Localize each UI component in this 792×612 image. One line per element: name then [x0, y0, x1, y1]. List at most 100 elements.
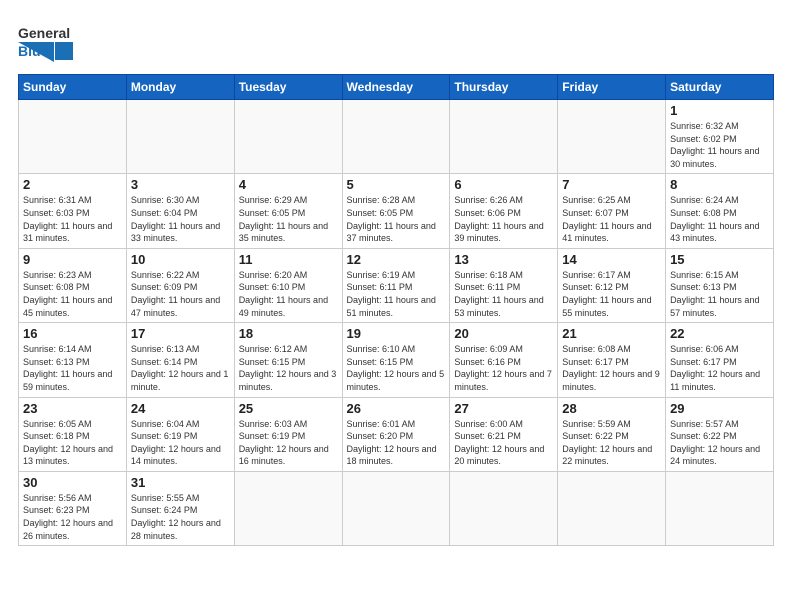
- day-info: Sunrise: 6:13 AMSunset: 6:14 PMDaylight:…: [131, 343, 230, 393]
- day-number: 13: [454, 252, 553, 267]
- calendar-day-cell: 8 Sunrise: 6:24 AMSunset: 6:08 PMDaylight…: [666, 174, 774, 248]
- calendar-day-cell: [450, 471, 558, 545]
- day-number: 15: [670, 252, 769, 267]
- calendar-day-cell: 20 Sunrise: 6:09 AMSunset: 6:16 PMDayligh…: [450, 323, 558, 397]
- weekday-header: Thursday: [450, 75, 558, 100]
- logo-svg: General Blue: [18, 18, 98, 66]
- calendar-day-cell: [342, 100, 450, 174]
- day-info: Sunrise: 6:12 AMSunset: 6:15 PMDaylight:…: [239, 343, 338, 393]
- calendar-day-cell: 13 Sunrise: 6:18 AMSunset: 6:11 PMDayligh…: [450, 248, 558, 322]
- calendar-day-cell: 10 Sunrise: 6:22 AMSunset: 6:09 PMDayligh…: [126, 248, 234, 322]
- day-number: 6: [454, 177, 553, 192]
- calendar-day-cell: [342, 471, 450, 545]
- calendar-day-cell: [666, 471, 774, 545]
- day-info: Sunrise: 6:00 AMSunset: 6:21 PMDaylight:…: [454, 418, 553, 468]
- calendar-day-cell: [558, 100, 666, 174]
- weekday-header: Monday: [126, 75, 234, 100]
- day-info: Sunrise: 6:05 AMSunset: 6:18 PMDaylight:…: [23, 418, 122, 468]
- calendar-day-cell: 21Sunrise: 6:08 AMSunset: 6:17 PMDayligh…: [558, 323, 666, 397]
- day-info: Sunrise: 6:24 AMSunset: 6:08 PMDaylight:…: [670, 194, 769, 244]
- day-info: Sunrise: 5:56 AMSunset: 6:23 PMDaylight:…: [23, 492, 122, 542]
- calendar-week-row: 30Sunrise: 5:56 AMSunset: 6:23 PMDayligh…: [19, 471, 774, 545]
- calendar-day-cell: 30Sunrise: 5:56 AMSunset: 6:23 PMDayligh…: [19, 471, 127, 545]
- day-info: Sunrise: 6:08 AMSunset: 6:17 PMDaylight:…: [562, 343, 661, 393]
- weekday-header: Tuesday: [234, 75, 342, 100]
- day-info: Sunrise: 6:14 AMSunset: 6:13 PMDaylight:…: [23, 343, 122, 393]
- day-number: 16: [23, 326, 122, 341]
- day-info: Sunrise: 6:32 AMSunset: 6:02 PMDaylight:…: [670, 120, 769, 170]
- svg-text:Blue: Blue: [18, 43, 49, 59]
- weekday-header: Wednesday: [342, 75, 450, 100]
- day-number: 24: [131, 401, 230, 416]
- calendar-day-cell: 29 Sunrise: 5:57 AMSunset: 6:22 PMDayligh…: [666, 397, 774, 471]
- calendar-week-row: 23 Sunrise: 6:05 AMSunset: 6:18 PMDayligh…: [19, 397, 774, 471]
- day-number: 25: [239, 401, 338, 416]
- calendar-day-cell: 9Sunrise: 6:23 AMSunset: 6:08 PMDaylight…: [19, 248, 127, 322]
- day-number: 14: [562, 252, 661, 267]
- calendar-day-cell: [558, 471, 666, 545]
- calendar-day-cell: 3Sunrise: 6:30 AMSunset: 6:04 PMDaylight…: [126, 174, 234, 248]
- page: General Blue SundayMondayTuesdayWednesda…: [0, 0, 792, 612]
- calendar-day-cell: 11Sunrise: 6:20 AMSunset: 6:10 PMDayligh…: [234, 248, 342, 322]
- calendar-day-cell: [19, 100, 127, 174]
- day-info: Sunrise: 6:18 AMSunset: 6:11 PMDaylight:…: [454, 269, 553, 319]
- weekday-header: Saturday: [666, 75, 774, 100]
- header: General Blue: [18, 18, 774, 66]
- weekday-header: Sunday: [19, 75, 127, 100]
- day-info: Sunrise: 6:22 AMSunset: 6:09 PMDaylight:…: [131, 269, 230, 319]
- calendar-day-cell: [234, 100, 342, 174]
- day-info: Sunrise: 6:15 AMSunset: 6:13 PMDaylight:…: [670, 269, 769, 319]
- calendar-day-cell: 2Sunrise: 6:31 AMSunset: 6:03 PMDaylight…: [19, 174, 127, 248]
- calendar-day-cell: 4Sunrise: 6:29 AMSunset: 6:05 PMDaylight…: [234, 174, 342, 248]
- calendar-header: SundayMondayTuesdayWednesdayThursdayFrid…: [19, 75, 774, 100]
- day-info: Sunrise: 6:01 AMSunset: 6:20 PMDaylight:…: [347, 418, 446, 468]
- day-info: Sunrise: 6:06 AMSunset: 6:17 PMDaylight:…: [670, 343, 769, 393]
- calendar-day-cell: 14 Sunrise: 6:17 AMSunset: 6:12 PMDayligh…: [558, 248, 666, 322]
- calendar-day-cell: 1 Sunrise: 6:32 AMSunset: 6:02 PMDaylight…: [666, 100, 774, 174]
- day-number: 8: [670, 177, 769, 192]
- calendar-day-cell: 25Sunrise: 6:03 AMSunset: 6:19 PMDayligh…: [234, 397, 342, 471]
- calendar-day-cell: [234, 471, 342, 545]
- day-info: Sunrise: 5:59 AMSunset: 6:22 PMDaylight:…: [562, 418, 661, 468]
- day-number: 5: [347, 177, 446, 192]
- day-number: 31: [131, 475, 230, 490]
- calendar-day-cell: 26 Sunrise: 6:01 AMSunset: 6:20 PMDayligh…: [342, 397, 450, 471]
- calendar-day-cell: 5Sunrise: 6:28 AMSunset: 6:05 PMDaylight…: [342, 174, 450, 248]
- day-number: 20: [454, 326, 553, 341]
- calendar-day-cell: 12Sunrise: 6:19 AMSunset: 6:11 PMDayligh…: [342, 248, 450, 322]
- day-number: 2: [23, 177, 122, 192]
- day-number: 17: [131, 326, 230, 341]
- logo: General Blue: [18, 18, 98, 66]
- calendar-day-cell: 6 Sunrise: 6:26 AMSunset: 6:06 PMDaylight…: [450, 174, 558, 248]
- day-info: Sunrise: 5:55 AMSunset: 6:24 PMDaylight:…: [131, 492, 230, 542]
- calendar-day-cell: 16 Sunrise: 6:14 AMSunset: 6:13 PMDayligh…: [19, 323, 127, 397]
- day-info: Sunrise: 6:04 AMSunset: 6:19 PMDaylight:…: [131, 418, 230, 468]
- day-number: 22: [670, 326, 769, 341]
- day-number: 10: [131, 252, 230, 267]
- day-info: Sunrise: 6:25 AMSunset: 6:07 PMDaylight:…: [562, 194, 661, 244]
- calendar-week-row: 9Sunrise: 6:23 AMSunset: 6:08 PMDaylight…: [19, 248, 774, 322]
- day-info: Sunrise: 6:30 AMSunset: 6:04 PMDaylight:…: [131, 194, 230, 244]
- calendar-day-cell: 18Sunrise: 6:12 AMSunset: 6:15 PMDayligh…: [234, 323, 342, 397]
- calendar-week-row: 1 Sunrise: 6:32 AMSunset: 6:02 PMDaylight…: [19, 100, 774, 174]
- day-number: 28: [562, 401, 661, 416]
- calendar-day-cell: 27Sunrise: 6:00 AMSunset: 6:21 PMDayligh…: [450, 397, 558, 471]
- calendar-day-cell: 24 Sunrise: 6:04 AMSunset: 6:19 PMDayligh…: [126, 397, 234, 471]
- day-number: 9: [23, 252, 122, 267]
- day-info: Sunrise: 6:09 AMSunset: 6:16 PMDaylight:…: [454, 343, 553, 393]
- day-number: 29: [670, 401, 769, 416]
- calendar-table: SundayMondayTuesdayWednesdayThursdayFrid…: [18, 74, 774, 546]
- calendar-day-cell: 19Sunrise: 6:10 AMSunset: 6:15 PMDayligh…: [342, 323, 450, 397]
- calendar-day-cell: 31 Sunrise: 5:55 AMSunset: 6:24 PMDayligh…: [126, 471, 234, 545]
- calendar-day-cell: 7 Sunrise: 6:25 AMSunset: 6:07 PMDaylight…: [558, 174, 666, 248]
- day-info: Sunrise: 6:17 AMSunset: 6:12 PMDaylight:…: [562, 269, 661, 319]
- day-number: 1: [670, 103, 769, 118]
- calendar-body: 1 Sunrise: 6:32 AMSunset: 6:02 PMDaylight…: [19, 100, 774, 546]
- day-number: 7: [562, 177, 661, 192]
- day-number: 26: [347, 401, 446, 416]
- day-number: 19: [347, 326, 446, 341]
- day-info: Sunrise: 6:26 AMSunset: 6:06 PMDaylight:…: [454, 194, 553, 244]
- day-number: 23: [23, 401, 122, 416]
- day-info: Sunrise: 5:57 AMSunset: 6:22 PMDaylight:…: [670, 418, 769, 468]
- day-number: 4: [239, 177, 338, 192]
